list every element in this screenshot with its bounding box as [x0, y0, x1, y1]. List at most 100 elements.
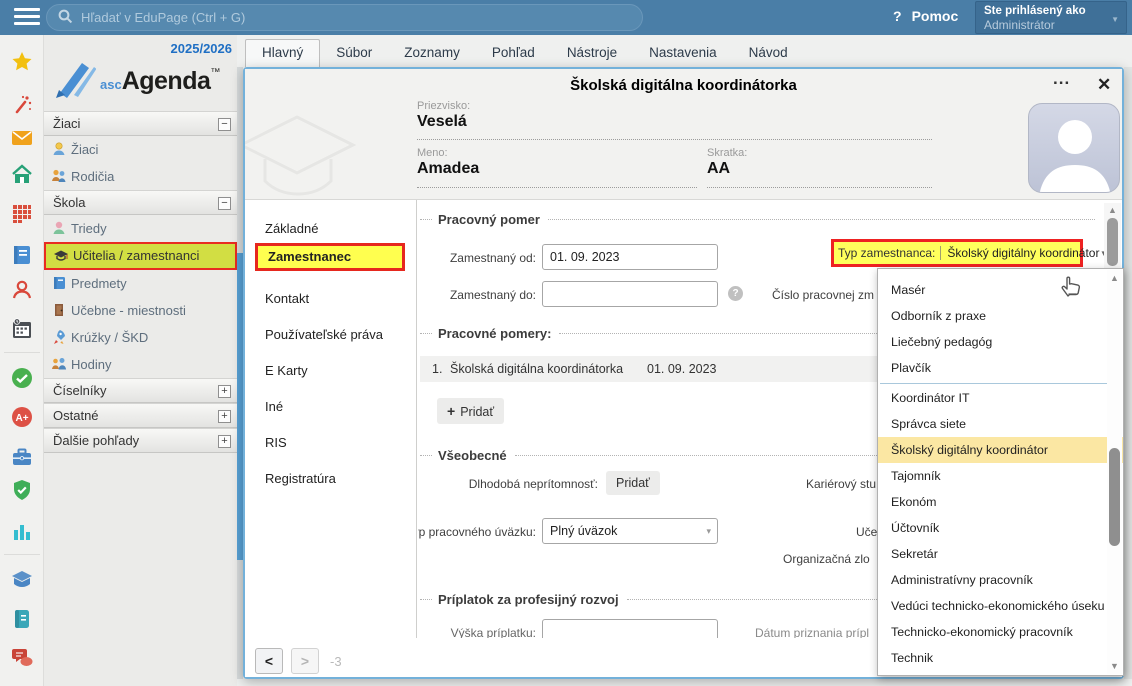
sidebar-item-triedy[interactable]: Triedy	[44, 215, 237, 242]
dropdown-option[interactable]: Správca siete	[878, 411, 1123, 437]
zamestnany-do-input[interactable]	[542, 281, 718, 307]
main-menubar: Hlavný Súbor Zoznamy Pohľad Nástroje Nas…	[237, 35, 1132, 67]
tab-pohlad[interactable]: Pohľad	[476, 40, 551, 67]
dialog-nav-ris[interactable]: RIS	[245, 432, 417, 454]
grades-aplus-icon[interactable]: A+	[10, 405, 34, 429]
avatar[interactable]	[1028, 103, 1120, 193]
priezvisko-value[interactable]: Veselá	[417, 113, 467, 131]
dialog-nav-zakladne[interactable]: Základné	[245, 218, 417, 240]
mail-icon[interactable]	[10, 126, 34, 150]
tab-zoznamy[interactable]: Zoznamy	[388, 40, 476, 67]
row-position: Školská digitálna koordinátorka	[450, 356, 623, 382]
dropdown-option[interactable]: Koordinátor IT	[878, 385, 1123, 411]
logged-in-user-menu[interactable]: Ste prihlásený ako Administrátor ▼	[975, 1, 1127, 34]
typ-zamestnanca-combo[interactable]: Školský digitálny koordinátor	[940, 246, 1099, 260]
chat-bubbles-icon[interactable]	[10, 645, 34, 669]
add-nepritomnost-button[interactable]: Pridať	[606, 471, 660, 495]
tab-nastavenia[interactable]: Nastavenia	[633, 40, 733, 67]
expand-toggle-icon[interactable]: +	[218, 435, 231, 448]
document-icon[interactable]	[10, 607, 34, 631]
person-outline-icon[interactable]	[10, 278, 34, 302]
sidebar-section-dalsie-pohlady[interactable]: Ďalšie pohľady +	[44, 428, 237, 453]
bar-chart-icon[interactable]	[10, 520, 34, 544]
close-icon[interactable]: ✕	[1097, 75, 1111, 95]
meno-value[interactable]: Amadea	[417, 160, 479, 178]
typ-zamestnanca-highlight[interactable]: Typ zamestnanca: Školský digitálny koord…	[831, 239, 1083, 267]
dropdown-option[interactable]: Sekretár	[878, 541, 1123, 567]
expand-toggle-icon[interactable]: +	[218, 385, 231, 398]
shield-check-icon[interactable]	[10, 478, 34, 502]
dropdown-option[interactable]: Technicko-ekonomický pracovník	[878, 619, 1123, 645]
library-book-icon[interactable]	[10, 568, 34, 592]
favorites-star-icon[interactable]	[10, 50, 34, 74]
tab-subor[interactable]: Súbor	[320, 40, 388, 67]
sidebar-item-ucitelia-zamestnanci[interactable]: Učitelia / zamestnanci	[44, 242, 237, 270]
timetable-grid-icon[interactable]	[10, 201, 34, 225]
scrollbar-thumb[interactable]	[1107, 218, 1118, 266]
collapse-toggle-icon[interactable]: −	[218, 118, 231, 131]
dropdown-option[interactable]: Ekonóm	[878, 489, 1123, 515]
tab-hlavny[interactable]: Hlavný	[245, 39, 320, 67]
dropdown-option[interactable]: Plavčík	[878, 355, 1123, 381]
sidebar-item-predmety[interactable]: Predmety	[44, 270, 237, 297]
dialog-nav-registratura[interactable]: Registratúra	[245, 468, 417, 490]
tab-nastroje[interactable]: Nástroje	[551, 40, 633, 67]
dropdown-option[interactable]: Liečebný pedagóg	[878, 329, 1123, 355]
dropdown-option-selected[interactable]: Školský digitálny koordinátor	[878, 437, 1123, 463]
expand-toggle-icon[interactable]: +	[218, 410, 231, 423]
briefcase-icon[interactable]	[10, 445, 34, 469]
dialog-nav-ine[interactable]: Iné	[245, 396, 417, 418]
school-year[interactable]: 2025/2026	[171, 41, 232, 56]
dialog-nav-pouzivatelske-prava[interactable]: Používateľské práva	[245, 324, 417, 346]
vyska-priplatku-input[interactable]	[542, 619, 718, 638]
sidebar: 2025/2026 ascAgenda™ Žiaci − Žiaci Ro	[44, 35, 237, 686]
dropdown-option[interactable]: Administratívny pracovník	[878, 567, 1123, 593]
sidebar-item-rodicia[interactable]: Rodičia	[44, 163, 237, 190]
sidebar-item-hodiny[interactable]: Hodiny	[44, 351, 237, 378]
sidebar-section-skola[interactable]: Škola −	[44, 190, 237, 215]
dropdown-option[interactable]: Masér	[878, 277, 1123, 303]
zamestnany-od-input[interactable]	[542, 244, 718, 270]
dropdown-option[interactable]: Tajomník	[878, 463, 1123, 489]
scroll-down-icon[interactable]: ▼	[1107, 661, 1122, 671]
dialog-nav-e-karty[interactable]: E Karty	[245, 360, 417, 382]
more-options-icon[interactable]: ...	[1053, 69, 1070, 89]
home-icon[interactable]	[10, 163, 34, 187]
check-circle-icon[interactable]	[10, 366, 34, 390]
add-pracovny-pomer-button[interactable]: +Pridať	[437, 398, 504, 424]
scroll-up-icon[interactable]: ▲	[1107, 273, 1122, 283]
dialog-nav-zamestnanec[interactable]: Zamestnanec	[255, 243, 405, 271]
help-button[interactable]: ? Pomoc	[893, 8, 958, 24]
calendar-clock-icon[interactable]	[10, 317, 34, 341]
prev-record-button[interactable]: <	[255, 648, 283, 674]
people-icon	[51, 356, 67, 372]
dropdown-option[interactable]: Účtovník	[878, 515, 1123, 541]
next-record-button[interactable]: >	[291, 648, 319, 674]
student-icon	[51, 141, 67, 157]
scroll-up-icon[interactable]: ▲	[1104, 205, 1121, 215]
partial-bottom-icon[interactable]	[10, 679, 34, 686]
sidebar-section-ostatne[interactable]: Ostatné +	[44, 403, 237, 428]
dialog-nav-kontakt[interactable]: Kontakt	[245, 288, 417, 310]
dropdown-option[interactable]: Technik	[878, 645, 1123, 671]
dropdown-option[interactable]: Vedúci technicko-ekonomického úseku	[878, 593, 1123, 619]
collapse-toggle-icon[interactable]: −	[218, 197, 231, 210]
logo-name: Agenda	[122, 67, 211, 95]
scrollbar-thumb[interactable]	[1109, 448, 1120, 546]
sidebar-section-ziaci[interactable]: Žiaci −	[44, 111, 237, 136]
sidebar-item-kruzky-skd[interactable]: Krúžky / ŠKD	[44, 324, 237, 351]
magic-wand-icon[interactable]	[10, 93, 34, 117]
search-input[interactable]	[46, 4, 643, 31]
hamburger-menu-icon[interactable]	[14, 8, 40, 27]
parents-icon	[51, 168, 67, 184]
sidebar-item-ucebne-miestnosti[interactable]: Učebne - miestnosti	[44, 297, 237, 324]
dropdown-option[interactable]: Odborník z praxe	[878, 303, 1123, 329]
tab-navod[interactable]: Návod	[733, 40, 804, 67]
sidebar-item-ziaci[interactable]: Žiaci	[44, 136, 237, 163]
help-circle-icon[interactable]: ?	[728, 286, 743, 301]
notebook-icon[interactable]	[10, 243, 34, 267]
typ-uvazku-combo[interactable]: Plný úväzok ▾	[542, 518, 718, 544]
sidebar-section-ciselniky[interactable]: Číselníky +	[44, 378, 237, 403]
skratka-value[interactable]: AA	[707, 160, 730, 178]
dropdown-scrollbar[interactable]: ▲ ▼	[1107, 270, 1122, 674]
